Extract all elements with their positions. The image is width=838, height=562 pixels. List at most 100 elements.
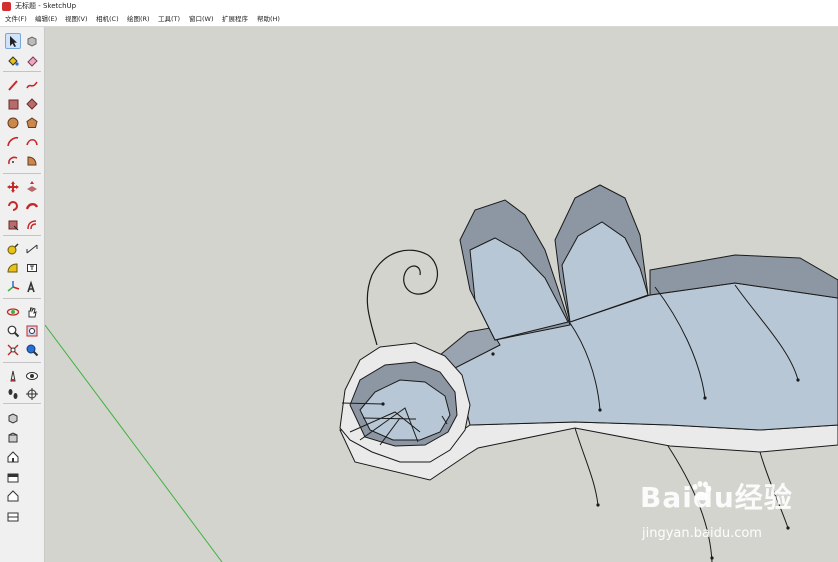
iso-view-icon bbox=[8, 413, 18, 424]
text-tool[interactable] bbox=[24, 260, 40, 276]
rotate-icon bbox=[8, 201, 18, 211]
green-axis bbox=[45, 324, 223, 562]
tape-measure-icon bbox=[7, 243, 19, 255]
position-camera-tool[interactable] bbox=[5, 368, 21, 384]
previous-view-icon bbox=[26, 344, 39, 357]
axes-tool[interactable] bbox=[5, 279, 21, 295]
back-view-tool[interactable] bbox=[5, 488, 21, 504]
menu-draw[interactable]: 绘图(R) bbox=[127, 13, 150, 26]
position-camera-icon bbox=[10, 370, 16, 382]
tape-measure-tool[interactable] bbox=[5, 241, 21, 257]
arc-icon bbox=[7, 136, 19, 147]
offset-icon bbox=[27, 220, 37, 230]
zoom-extents-icon bbox=[7, 344, 19, 356]
push-pull-icon bbox=[27, 181, 37, 192]
pan-tool[interactable] bbox=[24, 304, 40, 320]
zoom-window-tool[interactable] bbox=[24, 323, 40, 339]
protractor-tool[interactable] bbox=[5, 260, 21, 276]
3d-text-tool[interactable] bbox=[24, 279, 40, 295]
section-plane-tool[interactable] bbox=[24, 386, 40, 402]
make-component-tool[interactable] bbox=[24, 33, 40, 49]
zoom-tool[interactable] bbox=[5, 323, 21, 339]
drawing-area[interactable] bbox=[45, 27, 838, 562]
paint-bucket-tool[interactable] bbox=[5, 52, 21, 68]
previous-view-tool[interactable] bbox=[24, 342, 40, 358]
right-view-icon bbox=[7, 473, 19, 483]
walk-tool[interactable] bbox=[5, 386, 21, 402]
front-view-icon bbox=[7, 451, 19, 463]
pie-tool[interactable] bbox=[24, 153, 40, 169]
make-component-icon bbox=[27, 36, 37, 47]
toolbar-separator bbox=[3, 403, 41, 404]
menu-view[interactable]: 视图(V) bbox=[65, 13, 88, 26]
protractor-icon bbox=[7, 263, 18, 273]
polygon-tool[interactable] bbox=[24, 115, 40, 131]
menu-edit[interactable]: 编辑(E) bbox=[35, 13, 57, 26]
menu-tools[interactable]: 工具(T) bbox=[158, 13, 180, 26]
toolbar-separator bbox=[3, 235, 41, 236]
rotated-rectangle-icon bbox=[26, 98, 38, 110]
sketchup-app-icon bbox=[2, 2, 11, 11]
scale-icon bbox=[8, 220, 19, 231]
push-pull-tool[interactable] bbox=[24, 179, 40, 195]
select-icon bbox=[10, 36, 17, 47]
rectangle-icon bbox=[8, 99, 19, 110]
paint-bucket-icon bbox=[8, 56, 19, 66]
three-point-arc-tool[interactable] bbox=[5, 153, 21, 169]
large-tool-set-toolbar bbox=[0, 27, 45, 562]
menu-extensions[interactable]: 扩展程序 bbox=[222, 13, 248, 26]
window-title: 无标题 - SketchUp bbox=[15, 2, 77, 10]
text-icon bbox=[27, 264, 37, 272]
zoom-extents-tool[interactable] bbox=[5, 342, 21, 358]
eraser-tool[interactable] bbox=[24, 52, 40, 68]
follow-me-tool[interactable] bbox=[24, 198, 40, 214]
offset-tool[interactable] bbox=[24, 217, 40, 233]
toolbar-separator bbox=[3, 71, 41, 72]
front-view-tool[interactable] bbox=[5, 449, 21, 465]
title-bar: 无标题 - SketchUp bbox=[0, 0, 838, 13]
three-point-arc-icon bbox=[8, 156, 18, 165]
line-icon bbox=[8, 80, 18, 91]
two-point-arc-tool[interactable] bbox=[24, 134, 40, 150]
follow-me-icon bbox=[25, 203, 39, 210]
move-icon bbox=[7, 181, 19, 193]
menu-bar: 文件(F) 编辑(E) 视图(V) 相机(C) 绘图(R) 工具(T) 窗口(W… bbox=[0, 13, 838, 27]
zoom-window-icon bbox=[26, 325, 38, 337]
menu-camera[interactable]: 相机(C) bbox=[96, 13, 119, 26]
two-point-arc-icon bbox=[26, 138, 38, 146]
look-around-icon bbox=[26, 372, 38, 380]
circle-icon bbox=[7, 117, 19, 129]
freehand-icon bbox=[26, 81, 38, 89]
polygon-icon bbox=[26, 117, 38, 128]
move-tool[interactable] bbox=[5, 179, 21, 195]
left-view-icon bbox=[7, 512, 19, 522]
arc-tool[interactable] bbox=[5, 134, 21, 150]
select-tool[interactable] bbox=[5, 33, 21, 49]
iso-view-tool[interactable] bbox=[5, 410, 21, 426]
pan-icon bbox=[28, 307, 37, 318]
right-view-tool[interactable] bbox=[5, 469, 21, 485]
model-canvas[interactable] bbox=[45, 27, 838, 562]
orbit-icon bbox=[6, 308, 20, 316]
eraser-icon bbox=[27, 56, 38, 67]
scale-tool[interactable] bbox=[5, 217, 21, 233]
freehand-tool[interactable] bbox=[24, 77, 40, 93]
top-view-tool[interactable] bbox=[5, 430, 21, 446]
axes-icon bbox=[7, 281, 20, 292]
rectangle-tool[interactable] bbox=[5, 96, 21, 112]
toolbar-separator bbox=[3, 362, 41, 363]
menu-help[interactable]: 帮助(H) bbox=[257, 13, 280, 26]
rotated-rectangle-tool[interactable] bbox=[24, 96, 40, 112]
top-view-icon bbox=[8, 432, 18, 443]
circle-tool[interactable] bbox=[5, 115, 21, 131]
look-around-tool[interactable] bbox=[24, 368, 40, 384]
line-tool[interactable] bbox=[5, 77, 21, 93]
dimension-tool[interactable] bbox=[24, 241, 40, 257]
left-view-tool[interactable] bbox=[5, 508, 21, 524]
rotate-tool[interactable] bbox=[5, 198, 21, 214]
menu-file[interactable]: 文件(F) bbox=[5, 13, 27, 26]
toolbar-separator bbox=[3, 298, 41, 299]
dimension-icon bbox=[26, 244, 38, 254]
orbit-tool[interactable] bbox=[5, 304, 21, 320]
menu-window[interactable]: 窗口(W) bbox=[189, 13, 214, 26]
